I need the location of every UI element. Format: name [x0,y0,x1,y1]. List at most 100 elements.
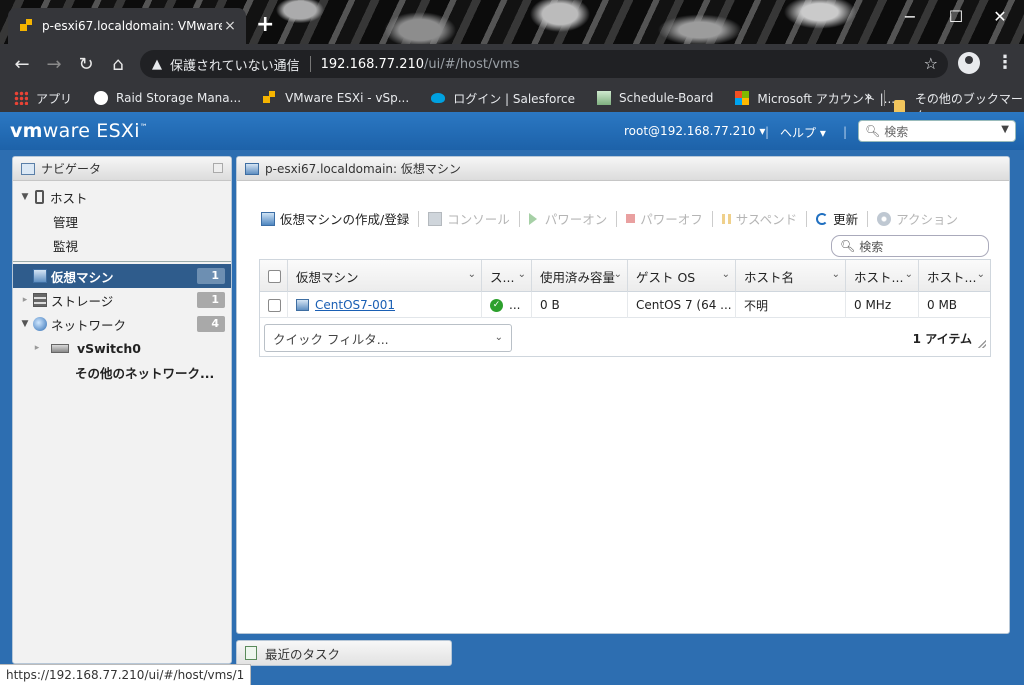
column-header-status[interactable]: ス... ⌄ [482,260,532,292]
search-icon: 🔍︎ [840,239,856,253]
expand-toggle-icon[interactable]: ▼ [19,192,31,202]
resize-grip-icon[interactable] [978,340,986,348]
address-bar[interactable]: ▲ 保護されていない通信 192.168.77.210/ui/#/host/vm… [140,50,948,78]
page-title: p-esxi67.localdomain: 仮想マシン [265,162,461,176]
tree-item-vms[interactable]: 仮想マシン 1 [13,264,231,288]
table-footer: クイック フィルタ... ⌄ 1 アイテム [260,318,990,356]
tree-item-monitor[interactable]: 監視 [13,233,231,257]
vmware-icon [263,91,277,105]
bookmarks-bar: アプリ Raid Storage Mana... VMware ESXi - v… [0,84,1024,123]
select-all-checkbox[interactable] [260,260,288,292]
vm-used-space-cell: 0 B [532,292,628,318]
tab-close-icon[interactable]: × [222,18,238,34]
browser-toolbar: ← → ↻ ⌂ ▲ 保護されていない通信 192.168.77.210/ui/#… [0,44,1024,84]
network-count-badge: 4 [197,316,225,332]
window-maximize-button[interactable]: ☐ [934,0,978,32]
bookmarks-overflow-icon[interactable]: » [864,89,873,105]
create-register-vm-button[interactable]: 仮想マシンの作成/登録 [261,209,409,228]
column-header-vm[interactable]: 仮想マシン ⌄ [288,260,482,292]
column-header-host-cpu[interactable]: ホスト... ⌄ [846,260,919,292]
back-arrow-icon[interactable]: ← [6,48,38,80]
pause-icon [721,213,731,224]
header-search-input[interactable]: 🔍︎ 検索 ▼ [858,120,1016,142]
table-header: 仮想マシン ⌄ ス... ⌄ 使用済み容量 ⌄ ゲスト OS ⌄ ホスト名 ⌄ ホスト..… [260,260,990,292]
power-on-button[interactable]: パワーオン [528,209,607,228]
network-globe-icon [33,317,47,331]
column-header-host-memory[interactable]: ホスト... ⌄ [919,260,990,292]
browser-menu-icon[interactable]: ⋮ [996,52,1014,73]
actions-menu-button[interactable]: アクション [877,209,958,228]
bookmark-salesforce[interactable]: ログイン | Salesforce [431,90,575,107]
salesforce-icon [431,93,446,103]
forward-arrow-icon[interactable]: → [38,48,70,80]
browser-tab[interactable]: p-esxi67.localdomain: VMware ES × [8,8,246,44]
expand-toggle-icon[interactable]: ▸ [19,295,31,305]
chevron-down-icon[interactable]: ▼ [1001,124,1009,135]
host-icon [35,190,44,204]
chevron-down-icon[interactable]: ⌄ [468,269,476,280]
bookmark-vmware-esxi[interactable]: VMware ESXi - vSp... [263,91,409,105]
row-checkbox[interactable] [260,292,288,318]
expand-toggle-icon[interactable]: ▼ [19,319,31,329]
vmware-favicon-icon [20,19,34,33]
browser-status-url: https://192.168.77.210/ui/#/host/vms/1 [0,664,252,685]
browser-titlebar: p-esxi67.localdomain: VMware ES × + − ☐ … [0,0,1024,44]
quick-filter-select[interactable]: クイック フィルタ... ⌄ [264,324,512,352]
bookmark-apps[interactable]: アプリ [14,90,72,107]
chevron-down-icon[interactable]: ⌄ [518,269,526,280]
tree-item-network[interactable]: ▼ ネットワーク 4 [13,312,231,336]
vmware-esxi-logo: vmware ESXi™ [10,120,149,142]
window-minimize-button[interactable]: − [888,0,932,32]
refresh-button[interactable]: 更新 [816,209,858,228]
bookmark-star-icon[interactable]: ☆ [924,54,938,73]
user-menu[interactable]: root@192.168.77.210 ▾ [624,124,765,138]
chevron-down-icon: ⌄ [494,332,503,343]
table-row[interactable]: CentOS7-001 ✓... 0 B CentOS 7 (64 ... 不明… [260,292,990,318]
power-off-button[interactable]: パワーオフ [626,209,703,228]
help-menu[interactable]: ヘルプ ▾ [780,124,826,141]
chevron-down-icon[interactable]: ⌄ [977,269,985,280]
bookmark-raid-storage[interactable]: Raid Storage Mana... [94,91,241,105]
header-divider: | [765,125,770,139]
home-icon[interactable]: ⌂ [102,48,134,80]
check-circle-icon: ✓ [490,298,503,312]
suspend-button[interactable]: サスペンド [721,209,797,228]
play-icon [528,212,537,225]
chevron-down-icon[interactable]: ⌄ [722,269,730,280]
warning-triangle-icon: ▲ [152,56,162,72]
chevron-down-icon: ▾ [819,126,826,140]
chevron-down-icon[interactable]: ⌄ [614,269,622,280]
microsoft-icon [735,91,750,105]
column-header-host-name[interactable]: ホスト名 ⌄ [736,260,846,292]
header-divider: | [843,125,848,139]
vm-host-name-cell: 不明 [736,292,846,318]
tree-item-vswitch0[interactable]: ▸ vSwitch0 [13,336,231,360]
tree-item-other-networks[interactable]: その他のネットワーク... [13,360,231,384]
console-button[interactable]: コンソール [428,209,510,228]
tree-item-storage[interactable]: ▸ ストレージ 1 [13,288,231,312]
tree-item-manage[interactable]: 管理 [13,209,231,233]
content-header: p-esxi67.localdomain: 仮想マシン [237,157,1009,181]
profile-avatar-icon[interactable] [958,52,980,74]
collapse-panel-icon[interactable] [213,163,223,173]
window-close-button[interactable]: ✕ [978,0,1022,32]
chevron-down-icon[interactable]: ⌄ [905,269,913,280]
column-header-guest-os[interactable]: ゲスト OS ⌄ [628,260,736,292]
storage-count-badge: 1 [197,292,225,308]
new-tab-button[interactable]: + [256,14,274,36]
vm-name-link[interactable]: CentOS7-001 [315,298,395,312]
expand-toggle-icon[interactable]: ▸ [31,343,43,353]
tree-item-host[interactable]: ▼ ホスト [13,185,231,209]
chevron-down-icon[interactable]: ⌄ [832,269,840,280]
security-status: 保護されていない通信 [170,58,300,74]
navigator-icon [21,162,35,175]
gear-icon [877,211,892,226]
url-path: /ui/#/host/vms [424,56,520,72]
vm-icon [296,299,309,311]
reload-icon[interactable]: ↻ [70,48,102,80]
column-header-used-space[interactable]: 使用済み容量 ⌄ [532,260,628,292]
bookmark-schedule-board[interactable]: Schedule-Board [597,91,713,105]
navigator-header: ナビゲータ [13,157,231,181]
recent-tasks-panel[interactable]: 最近のタスク [236,640,452,666]
vm-search-input[interactable]: 🔍︎ 検索 [831,235,989,257]
